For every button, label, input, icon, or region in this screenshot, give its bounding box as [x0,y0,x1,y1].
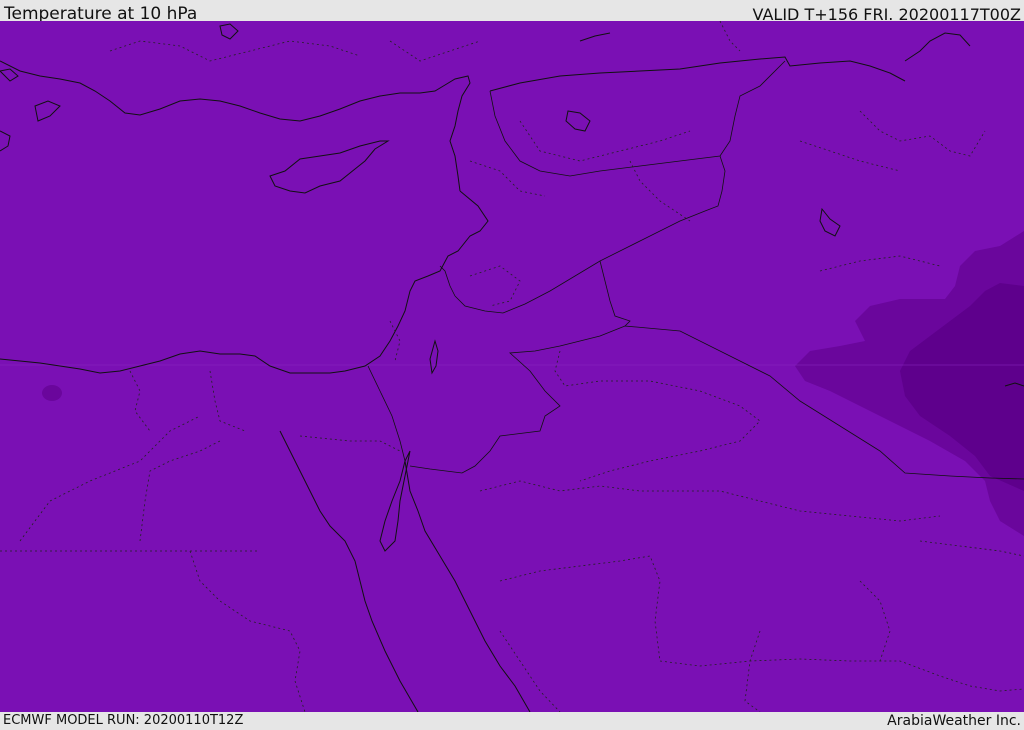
temperature-map [0,21,1024,712]
small-cold-spot [42,385,62,401]
model-run-label: ECMWF MODEL RUN: 20200110T12Z [3,713,244,728]
credit-label: ArabiaWeather Inc. [887,713,1021,729]
footer-bar: ECMWF MODEL RUN: 20200110T12Z ArabiaWeat… [0,712,1024,729]
header-bar: Temperature at 10 hPa VALID T+156 FRI. 2… [0,0,1024,24]
